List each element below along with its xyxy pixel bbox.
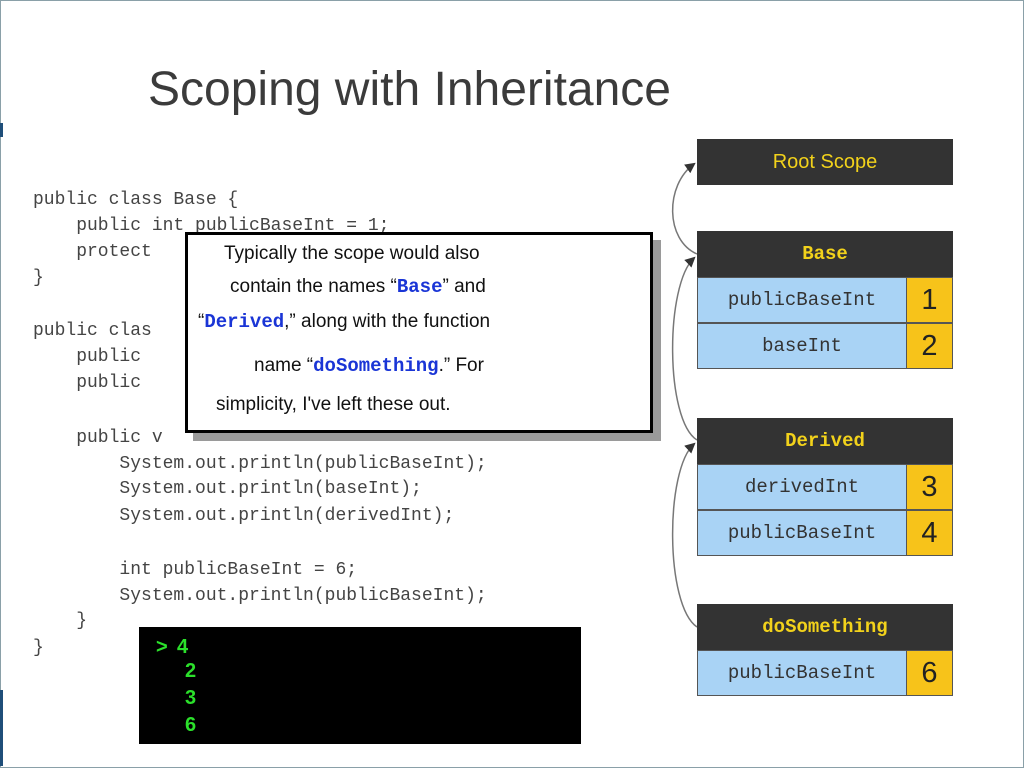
variable-value: 2 <box>906 323 953 369</box>
variable-value: 1 <box>906 277 953 323</box>
variable-name: publicBaseInt <box>697 510 907 556</box>
root-scope-label: Root Scope <box>772 150 878 173</box>
root-scope-header: Root Scope <box>697 139 953 185</box>
derived-scope-label: Derived <box>785 430 865 452</box>
variable-value: 6 <box>906 650 953 696</box>
scope-row: publicBaseInt 6 <box>697 650 953 696</box>
variable-value: 3 <box>906 464 953 510</box>
variable-name: baseInt <box>697 323 907 369</box>
scope-row: baseInt 2 <box>697 323 953 369</box>
arrow-dosomething-to-derived <box>671 442 698 628</box>
scope-row: publicBaseInt 4 <box>697 510 953 556</box>
base-scope-label: Base <box>802 243 848 265</box>
variable-name: publicBaseInt <box>697 277 907 323</box>
derived-scope-header: Derived <box>697 418 953 464</box>
scope-row: publicBaseInt 1 <box>697 277 953 323</box>
variable-value: 4 <box>906 510 953 556</box>
arrow-derived-to-base <box>671 256 698 441</box>
dosomething-scope-label: doSomething <box>762 616 888 638</box>
scope-row: derivedInt 3 <box>697 464 953 510</box>
variable-name: publicBaseInt <box>697 650 907 696</box>
arrow-base-to-root <box>671 162 698 255</box>
dosomething-scope-header: doSomething <box>697 604 953 650</box>
variable-name: derivedInt <box>697 464 907 510</box>
base-scope-header: Base <box>697 231 953 277</box>
